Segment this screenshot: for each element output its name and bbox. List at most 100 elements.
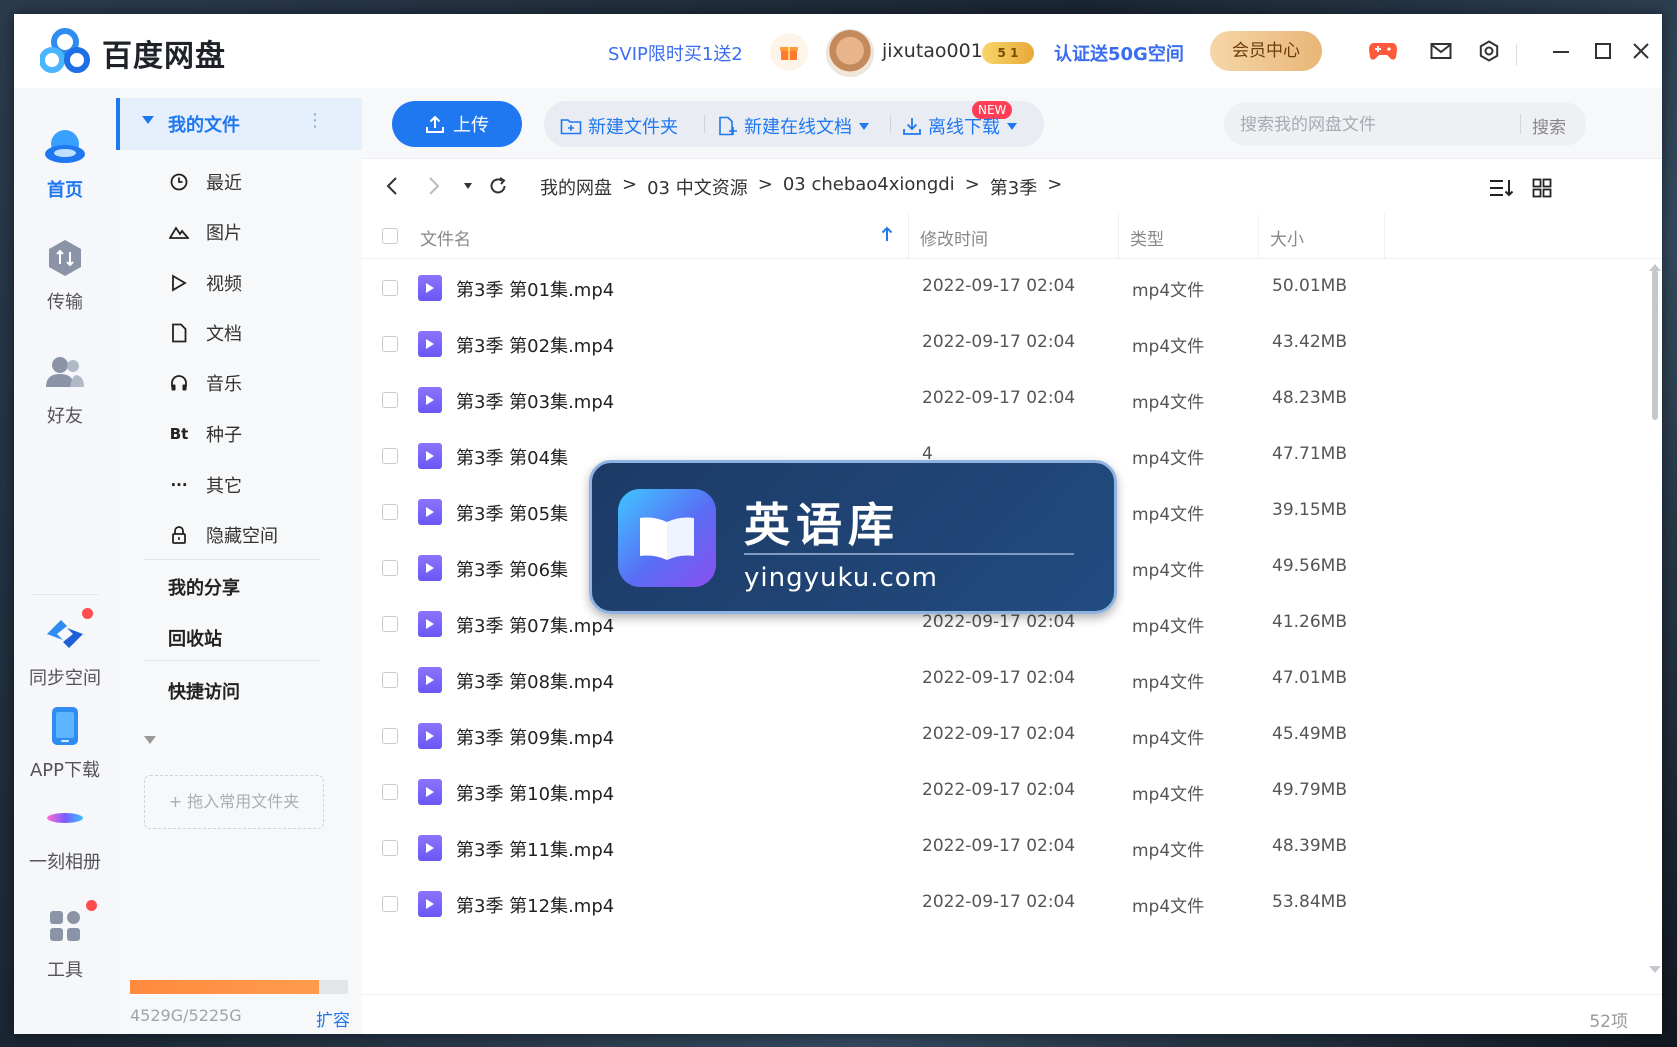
rail-item-transfer[interactable]: 传输 [14, 236, 116, 314]
table-row[interactable]: 第3季 第02集.mp4 2022-09-17 02:04 mp4文件 43.42MB [362, 316, 1640, 372]
table-row[interactable]: 第3季 第10集.mp4 2022-09-17 02:04 mp4文件 49.79MB [362, 764, 1640, 820]
table-row[interactable]: 第3季 第08集.mp4 2022-09-17 02:04 mp4文件 47.01MB [362, 652, 1640, 708]
breadcrumb-item[interactable]: 03 chebao4xiongdi [783, 174, 955, 200]
mail-icon[interactable] [1424, 34, 1458, 68]
row-checkbox[interactable] [382, 336, 398, 352]
video-file-icon [418, 723, 442, 749]
rail-item-tools[interactable]: 工具 [14, 900, 116, 982]
file-name[interactable]: 第3季 第07集.mp4 [456, 612, 614, 638]
row-checkbox[interactable] [382, 784, 398, 800]
table-row[interactable]: 第3季 第03集.mp4 2022-09-17 02:04 mp4文件 48.23MB [362, 372, 1640, 428]
row-checkbox[interactable] [382, 560, 398, 576]
table-row[interactable]: 第3季 第01集.mp4 2022-09-17 02:04 mp4文件 50.01MB [362, 260, 1640, 316]
more-vertical-icon[interactable]: ⋮ [306, 110, 324, 131]
sort-ascending-icon[interactable] [880, 225, 894, 248]
rail-item-home[interactable]: 首页 [14, 124, 116, 202]
scrollbar[interactable] [1652, 270, 1658, 960]
row-checkbox[interactable] [382, 728, 398, 744]
new-folder-button[interactable]: 新建文件夹 [560, 113, 678, 139]
search-input[interactable] [1238, 102, 1512, 148]
space-promo-link[interactable]: 认证送50G空间 [1054, 40, 1184, 66]
game-icon[interactable] [1366, 34, 1400, 68]
sidebar-item-recent[interactable]: 最近 [168, 167, 242, 197]
file-name[interactable]: 第3季 第10集.mp4 [456, 780, 614, 806]
rail-item-album[interactable]: 一刻相册 [14, 796, 116, 874]
file-name[interactable]: 第3季 第12集.mp4 [456, 892, 614, 918]
file-type: mp4文件 [1132, 337, 1205, 357]
row-checkbox[interactable] [382, 280, 398, 296]
row-checkbox[interactable] [382, 392, 398, 408]
album-icon [43, 796, 87, 840]
expand-storage-link[interactable]: 扩容 [316, 1006, 350, 1031]
close-icon[interactable] [1624, 34, 1658, 68]
row-checkbox[interactable] [382, 616, 398, 632]
caret-down-icon[interactable] [144, 736, 156, 744]
history-dropdown-icon[interactable] [456, 174, 480, 198]
avatar[interactable] [826, 29, 874, 77]
rail-item-sync[interactable]: 同步空间 [14, 608, 116, 690]
breadcrumb-item[interactable]: 我的网盘 [540, 174, 612, 200]
forward-icon[interactable] [422, 174, 446, 198]
file-name[interactable]: 第3季 第01集.mp4 [456, 276, 614, 302]
sidebar-item-images[interactable]: 图片 [168, 217, 242, 247]
drop-folder-zone[interactable]: + 拖入常用文件夹 [144, 775, 324, 829]
sidebar-item-music[interactable]: 音乐 [168, 368, 242, 398]
sidebar-item-my-share[interactable]: 我的分享 [168, 574, 240, 600]
search-button[interactable]: 搜索 [1532, 113, 1566, 138]
table-row[interactable]: 第3季 第12集.mp4 2022-09-17 02:04 mp4文件 53.84MB [362, 876, 1640, 932]
column-header-mtime[interactable]: 修改时间 [920, 225, 988, 250]
upload-button[interactable]: 上传 [392, 101, 522, 147]
column-divider [1118, 214, 1119, 258]
breadcrumb-item[interactable]: 03 中文资源 [647, 174, 748, 200]
sidebar-item-recycle-bin[interactable]: 回收站 [168, 625, 222, 651]
sidebar-item-other[interactable]: ··· 其它 [168, 470, 242, 500]
file-name[interactable]: 第3季 第03集.mp4 [456, 388, 614, 414]
back-icon[interactable] [380, 174, 404, 198]
username[interactable]: jixutao001 [882, 40, 983, 62]
table-row[interactable]: 第3季 第09集.mp4 2022-09-17 02:04 mp4文件 45.49MB [362, 708, 1640, 764]
gift-icon[interactable] [770, 33, 808, 71]
grid-view-icon[interactable] [1528, 174, 1556, 202]
scroll-down-icon[interactable] [1649, 966, 1661, 973]
column-header-size[interactable]: 大小 [1270, 225, 1304, 250]
sidebar-item-hidden-space[interactable]: 隐藏空间 [168, 520, 278, 550]
row-checkbox[interactable] [382, 448, 398, 464]
sidebar-item-my-files[interactable]: 我的文件 ⋮ [116, 98, 362, 150]
settings-icon[interactable] [1472, 34, 1506, 68]
file-name[interactable]: 第3季 第09集.mp4 [456, 724, 614, 750]
sort-icon[interactable] [1488, 174, 1516, 202]
lock-icon [168, 524, 190, 546]
table-row[interactable]: 第3季 第11集.mp4 2022-09-17 02:04 mp4文件 48.39MB [362, 820, 1640, 876]
select-all-checkbox[interactable] [382, 228, 398, 244]
sidebar-item-quick-access[interactable]: 快捷访问 [168, 678, 240, 704]
file-name[interactable]: 第3季 第05集 [456, 500, 568, 526]
file-name[interactable]: 第3季 第08集.mp4 [456, 668, 614, 694]
column-header-name[interactable]: 文件名 [420, 225, 471, 250]
file-name[interactable]: 第3季 第06集 [456, 556, 568, 582]
new-online-doc-button[interactable]: 新建在线文档 [718, 113, 870, 139]
svip-promo-link[interactable]: SVIP限时买1送2 [608, 40, 743, 66]
offline-download-button[interactable]: 离线下载 [902, 113, 1018, 139]
row-checkbox[interactable] [382, 504, 398, 520]
sidebar-item-video[interactable]: 视频 [168, 268, 242, 298]
file-name[interactable]: 第3季 第11集.mp4 [456, 836, 614, 862]
sidebar-item-docs[interactable]: 文档 [168, 318, 242, 348]
file-name[interactable]: 第3季 第04集 [456, 444, 568, 470]
maximize-icon[interactable] [1586, 34, 1620, 68]
member-center-button[interactable]: 会员中心 [1210, 31, 1322, 71]
minimize-icon[interactable] [1544, 34, 1578, 68]
breadcrumb-item[interactable]: 第3季 [990, 174, 1037, 200]
rail-item-app-download[interactable]: APP下载 [14, 704, 116, 782]
row-checkbox[interactable] [382, 896, 398, 912]
scrollbar-thumb[interactable] [1652, 270, 1658, 420]
column-header-type[interactable]: 类型 [1130, 225, 1164, 250]
row-checkbox[interactable] [382, 672, 398, 688]
row-checkbox[interactable] [382, 840, 398, 856]
rail-item-friends[interactable]: 好友 [14, 350, 116, 428]
file-name[interactable]: 第3季 第02集.mp4 [456, 332, 614, 358]
dropdown-caret-icon [859, 123, 869, 130]
titlebar-divider [1516, 44, 1517, 66]
sidebar-item-torrent[interactable]: Bt 种子 [168, 419, 242, 449]
file-type: mp4文件 [1132, 897, 1205, 917]
refresh-icon[interactable] [486, 174, 510, 198]
